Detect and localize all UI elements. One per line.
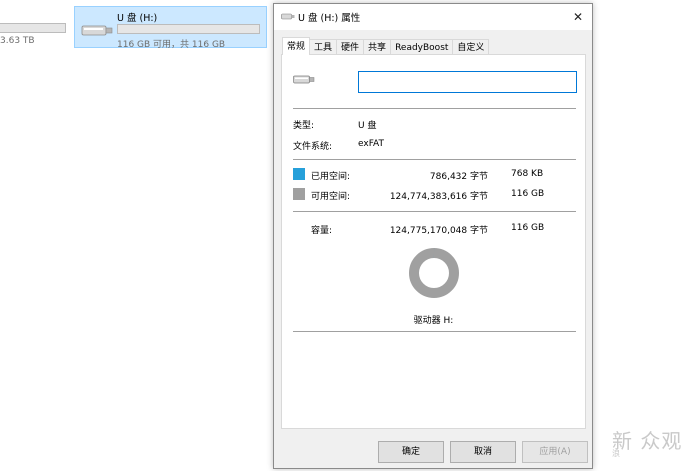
volume-name-input[interactable] (358, 71, 577, 93)
general-panel: 类型: U 盘 文件系统: exFAT 已用空间: 786,432 字节 768… (281, 54, 586, 429)
used-space-bytes: 786,432 字节 (429, 172, 488, 182)
apply-button[interactable]: 应用(A) (522, 441, 588, 463)
usb-drive-icon (293, 75, 315, 87)
tab-tools[interactable]: 工具 (309, 39, 338, 55)
type-label: 类型: (293, 121, 315, 131)
capacity-size: 116 GB (511, 223, 545, 233)
used-space-label: 已用空间: (311, 172, 351, 182)
tab-sharing[interactable]: 共享 (363, 39, 392, 55)
drive-letter-label: 驱动器 H: (413, 316, 454, 326)
close-button[interactable]: ✕ (568, 7, 588, 27)
usb-drive-icon (81, 24, 113, 39)
watermark-sub: 浪 (612, 449, 620, 458)
capacity-bytes: 124,775,170,048 字节 (389, 226, 488, 236)
file-system-value: exFAT (358, 139, 385, 149)
drive-capacity-bar (117, 24, 260, 34)
drive-free-space: 116 GB 可用，共 116 GB (117, 40, 226, 50)
tab-customize[interactable]: 自定义 (452, 39, 490, 55)
cancel-button[interactable]: 取消 (450, 441, 516, 463)
left-drive-capacity-bar (0, 23, 66, 33)
divider (293, 159, 576, 160)
title-bar[interactable]: U 盘 (H:) 属性 ✕ (274, 4, 592, 30)
type-value: U 盘 (358, 121, 377, 131)
properties-dialog: U 盘 (H:) 属性 ✕ 常规 工具 硬件 共享 ReadyBoost 自定义… (273, 3, 593, 469)
tab-readyboost[interactable]: ReadyBoost (390, 39, 454, 55)
usb-drive-tile[interactable]: U 盘 (H:) 116 GB 可用，共 116 GB (74, 6, 267, 50)
free-space-bytes: 124,774,383,616 字节 (389, 192, 488, 202)
ok-button[interactable]: 确定 (378, 441, 444, 463)
divider (293, 331, 576, 332)
capacity-label: 容量: (311, 226, 333, 236)
usage-donut-chart (409, 248, 459, 298)
file-system-label: 文件系统: (293, 142, 333, 152)
left-drive-free-text: 3.63 TB (0, 36, 35, 46)
used-space-size: 768 KB (511, 169, 544, 179)
free-space-size: 116 GB (511, 189, 545, 199)
free-space-ring (409, 248, 459, 298)
divider (293, 108, 576, 109)
tab-hardware[interactable]: 硬件 (336, 39, 365, 55)
tab-strip: 常规 工具 硬件 共享 ReadyBoost 自定义 (282, 37, 490, 55)
free-space-swatch (293, 188, 305, 200)
dialog-title: U 盘 (H:) 属性 (298, 13, 361, 24)
tab-general[interactable]: 常规 (282, 37, 311, 55)
drive-name: U 盘 (H:) (117, 13, 158, 24)
free-space-label: 可用空间: (311, 192, 351, 202)
usb-drive-icon (281, 13, 295, 23)
watermark: 新 众观 (612, 429, 683, 453)
used-space-swatch (293, 168, 305, 180)
divider (293, 211, 576, 212)
